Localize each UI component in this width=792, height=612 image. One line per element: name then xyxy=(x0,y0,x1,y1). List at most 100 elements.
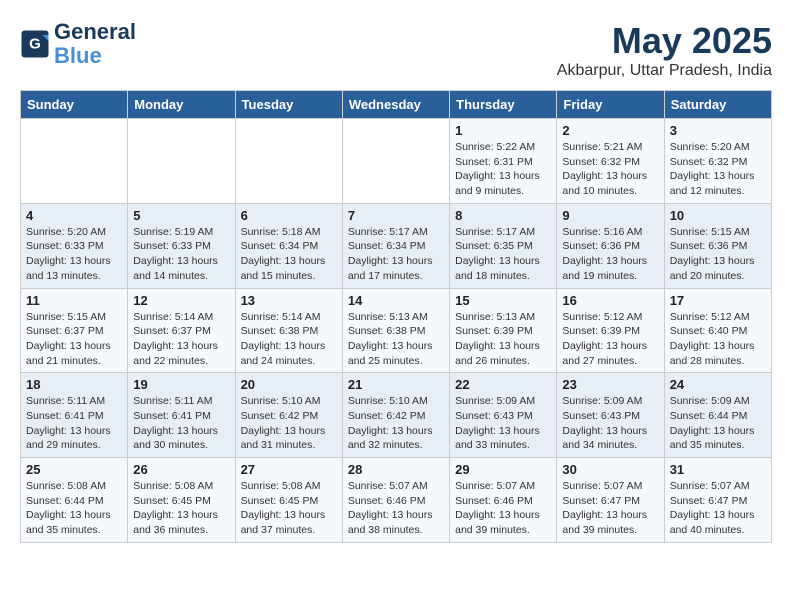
calendar-cell: 5Sunrise: 5:19 AM Sunset: 6:33 PM Daylig… xyxy=(128,203,235,288)
calendar-cell: 20Sunrise: 5:10 AM Sunset: 6:42 PM Dayli… xyxy=(235,373,342,458)
calendar-cell: 24 Sunrise: 5:09 AM Sunset: 6:44 PM Dayli… xyxy=(664,373,771,458)
calendar-cell: 31Sunrise: 5:07 AM Sunset: 6:47 PM Dayli… xyxy=(664,458,771,543)
day-info: Sunrise: 5:10 AM Sunset: 6:42 PM Dayligh… xyxy=(348,394,444,453)
week-row-4: 18 Sunrise: 5:11 AM Sunset: 6:41 PM Dayli… xyxy=(21,373,772,458)
calendar-cell: 28 Sunrise: 5:07 AM Sunset: 6:46 PM Dayli… xyxy=(342,458,449,543)
day-number: 4 xyxy=(26,208,122,223)
day-info: Sunrise: 5:21 AM Sunset: 6:32 PM Dayligh… xyxy=(562,140,658,199)
day-info: Sunrise: 5:09 AM Sunset: 6:43 PM Dayligh… xyxy=(455,394,551,453)
day-number: 28 xyxy=(348,462,444,477)
day-info: Sunrise: 5:22 AM Sunset: 6:31 PM Dayligh… xyxy=(455,140,551,199)
day-info: Sunrise: 5:09 AM Sunset: 6:43 PM Dayligh… xyxy=(562,394,658,453)
calendar-cell: 17 Sunrise: 5:12 AM Sunset: 6:40 PM Dayli… xyxy=(664,288,771,373)
calendar-cell: 11 Sunrise: 5:15 AM Sunset: 6:37 PM Dayli… xyxy=(21,288,128,373)
day-number: 29 xyxy=(455,462,551,477)
day-info: Sunrise: 5:15 AM Sunset: 6:36 PM Dayligh… xyxy=(670,225,766,284)
calendar-cell: 22 Sunrise: 5:09 AM Sunset: 6:43 PM Dayli… xyxy=(450,373,557,458)
day-number: 22 xyxy=(455,377,551,392)
day-number: 27 xyxy=(241,462,337,477)
calendar-cell: 12Sunrise: 5:14 AM Sunset: 6:37 PM Dayli… xyxy=(128,288,235,373)
calendar-cell: 21 Sunrise: 5:10 AM Sunset: 6:42 PM Dayli… xyxy=(342,373,449,458)
calendar-cell: 19 Sunrise: 5:11 AM Sunset: 6:41 PM Dayli… xyxy=(128,373,235,458)
day-number: 18 xyxy=(26,377,122,392)
day-number: 14 xyxy=(348,293,444,308)
calendar-cell: 25 Sunrise: 5:08 AM Sunset: 6:44 PM Dayli… xyxy=(21,458,128,543)
day-number: 12 xyxy=(133,293,229,308)
weekday-header-monday: Monday xyxy=(128,91,235,119)
calendar-cell: 26Sunrise: 5:08 AM Sunset: 6:45 PM Dayli… xyxy=(128,458,235,543)
day-info: Sunrise: 5:18 AM Sunset: 6:34 PM Dayligh… xyxy=(241,225,337,284)
location-title: Akbarpur, Uttar Pradesh, India xyxy=(557,62,772,80)
weekday-header-sunday: Sunday xyxy=(21,91,128,119)
day-info: Sunrise: 5:11 AM Sunset: 6:41 PM Dayligh… xyxy=(133,394,229,453)
calendar-cell: 15 Sunrise: 5:13 AM Sunset: 6:39 PM Dayli… xyxy=(450,288,557,373)
weekday-header-thursday: Thursday xyxy=(450,91,557,119)
day-number: 10 xyxy=(670,208,766,223)
day-number: 3 xyxy=(670,123,766,138)
day-info: Sunrise: 5:07 AM Sunset: 6:46 PM Dayligh… xyxy=(348,479,444,538)
calendar-cell: 23 Sunrise: 5:09 AM Sunset: 6:43 PM Dayli… xyxy=(557,373,664,458)
calendar-cell: 29Sunrise: 5:07 AM Sunset: 6:46 PM Dayli… xyxy=(450,458,557,543)
day-number: 7 xyxy=(348,208,444,223)
day-number: 16 xyxy=(562,293,658,308)
title-block: May 2025 Akbarpur, Uttar Pradesh, India xyxy=(557,20,772,80)
calendar-cell: 30 Sunrise: 5:07 AM Sunset: 6:47 PM Dayli… xyxy=(557,458,664,543)
calendar-cell: 10 Sunrise: 5:15 AM Sunset: 6:36 PM Dayli… xyxy=(664,203,771,288)
day-info: Sunrise: 5:08 AM Sunset: 6:44 PM Dayligh… xyxy=(26,479,122,538)
day-number: 17 xyxy=(670,293,766,308)
weekday-header-friday: Friday xyxy=(557,91,664,119)
day-info: Sunrise: 5:19 AM Sunset: 6:33 PM Dayligh… xyxy=(133,225,229,284)
day-number: 23 xyxy=(562,377,658,392)
calendar-cell xyxy=(342,119,449,204)
day-info: Sunrise: 5:13 AM Sunset: 6:38 PM Dayligh… xyxy=(348,310,444,369)
page-header: G GeneralBlue May 2025 Akbarpur, Uttar P… xyxy=(20,20,772,80)
calendar-cell: 2Sunrise: 5:21 AM Sunset: 6:32 PM Daylig… xyxy=(557,119,664,204)
day-info: Sunrise: 5:16 AM Sunset: 6:36 PM Dayligh… xyxy=(562,225,658,284)
day-info: Sunrise: 5:17 AM Sunset: 6:35 PM Dayligh… xyxy=(455,225,551,284)
day-number: 24 xyxy=(670,377,766,392)
day-number: 21 xyxy=(348,377,444,392)
day-info: Sunrise: 5:13 AM Sunset: 6:39 PM Dayligh… xyxy=(455,310,551,369)
svg-text:G: G xyxy=(29,36,41,53)
month-title: May 2025 xyxy=(557,20,772,62)
day-info: Sunrise: 5:12 AM Sunset: 6:40 PM Dayligh… xyxy=(670,310,766,369)
week-row-3: 11 Sunrise: 5:15 AM Sunset: 6:37 PM Dayli… xyxy=(21,288,772,373)
week-row-5: 25 Sunrise: 5:08 AM Sunset: 6:44 PM Dayli… xyxy=(21,458,772,543)
day-number: 20 xyxy=(241,377,337,392)
calendar-cell xyxy=(235,119,342,204)
day-number: 30 xyxy=(562,462,658,477)
day-number: 1 xyxy=(455,123,551,138)
week-row-2: 4 Sunrise: 5:20 AM Sunset: 6:33 PM Daylig… xyxy=(21,203,772,288)
day-info: Sunrise: 5:08 AM Sunset: 6:45 PM Dayligh… xyxy=(241,479,337,538)
day-number: 31 xyxy=(670,462,766,477)
day-number: 15 xyxy=(455,293,551,308)
logo-icon: G xyxy=(20,29,50,59)
calendar-cell: 3Sunrise: 5:20 AM Sunset: 6:32 PM Daylig… xyxy=(664,119,771,204)
day-info: Sunrise: 5:07 AM Sunset: 6:47 PM Dayligh… xyxy=(562,479,658,538)
calendar-cell: 27 Sunrise: 5:08 AM Sunset: 6:45 PM Dayli… xyxy=(235,458,342,543)
day-info: Sunrise: 5:09 AM Sunset: 6:44 PM Dayligh… xyxy=(670,394,766,453)
calendar-cell: 8Sunrise: 5:17 AM Sunset: 6:35 PM Daylig… xyxy=(450,203,557,288)
calendar-cell: 4 Sunrise: 5:20 AM Sunset: 6:33 PM Daylig… xyxy=(21,203,128,288)
calendar-cell: 18 Sunrise: 5:11 AM Sunset: 6:41 PM Dayli… xyxy=(21,373,128,458)
logo-text: GeneralBlue xyxy=(54,20,136,68)
week-row-1: 1 Sunrise: 5:22 AM Sunset: 6:31 PM Daylig… xyxy=(21,119,772,204)
day-number: 13 xyxy=(241,293,337,308)
weekday-header-wednesday: Wednesday xyxy=(342,91,449,119)
calendar-cell xyxy=(21,119,128,204)
day-number: 11 xyxy=(26,293,122,308)
calendar-cell: 14 Sunrise: 5:13 AM Sunset: 6:38 PM Dayli… xyxy=(342,288,449,373)
calendar-cell: 9Sunrise: 5:16 AM Sunset: 6:36 PM Daylig… xyxy=(557,203,664,288)
calendar-cell: 7 Sunrise: 5:17 AM Sunset: 6:34 PM Daylig… xyxy=(342,203,449,288)
day-info: Sunrise: 5:11 AM Sunset: 6:41 PM Dayligh… xyxy=(26,394,122,453)
day-info: Sunrise: 5:17 AM Sunset: 6:34 PM Dayligh… xyxy=(348,225,444,284)
day-info: Sunrise: 5:20 AM Sunset: 6:33 PM Dayligh… xyxy=(26,225,122,284)
day-number: 19 xyxy=(133,377,229,392)
weekday-header-tuesday: Tuesday xyxy=(235,91,342,119)
calendar-cell: 6Sunrise: 5:18 AM Sunset: 6:34 PM Daylig… xyxy=(235,203,342,288)
day-info: Sunrise: 5:15 AM Sunset: 6:37 PM Dayligh… xyxy=(26,310,122,369)
logo: G GeneralBlue xyxy=(20,20,136,68)
day-number: 25 xyxy=(26,462,122,477)
weekday-header-saturday: Saturday xyxy=(664,91,771,119)
day-info: Sunrise: 5:12 AM Sunset: 6:39 PM Dayligh… xyxy=(562,310,658,369)
